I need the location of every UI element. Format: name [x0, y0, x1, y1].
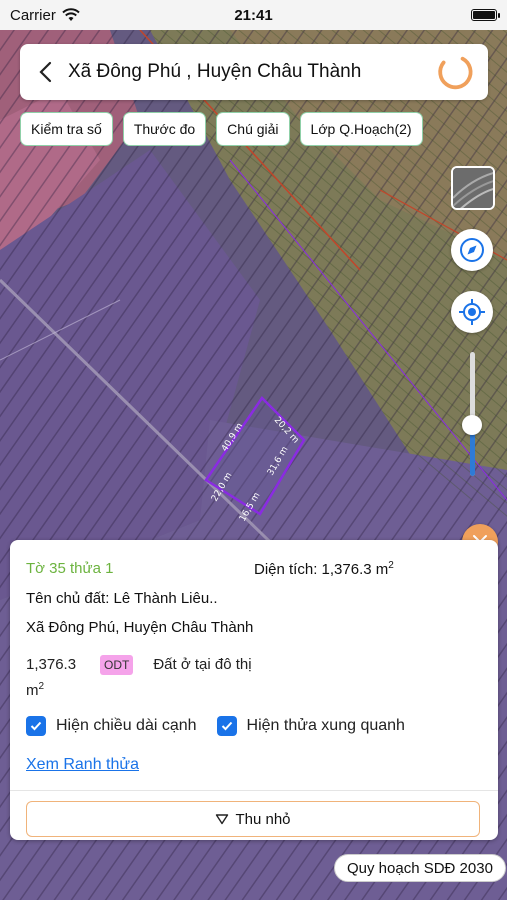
- parcel-id: Tờ 35 thửa 1: [26, 560, 114, 577]
- battery-icon: [471, 9, 500, 21]
- status-bar: Carrier 21:41: [0, 0, 507, 30]
- layer-opacity-slider[interactable]: [462, 352, 482, 476]
- view-parcel-boundary-link[interactable]: Xem Ranh thửa: [26, 756, 139, 774]
- check-number-chip[interactable]: Kiểm tra số: [20, 112, 113, 146]
- location-target-icon: [459, 299, 485, 325]
- land-use-name: Đất ở tại đô thị: [153, 656, 252, 673]
- planning-layer-badge[interactable]: Quy hoạch SDĐ 2030: [334, 854, 506, 882]
- divider: [10, 790, 498, 791]
- page-title: Xã Đông Phú , Huyện Châu Thành: [68, 61, 362, 82]
- compass-button[interactable]: [451, 229, 493, 271]
- location-header: Xã Đông Phú , Huyện Châu Thành: [20, 44, 488, 100]
- land-use-area: 1,376.3 m2: [26, 656, 77, 699]
- land-use-row: 1,376.3 m2 ODT Đất ở tại đô thị: [26, 654, 482, 702]
- wifi-icon: [62, 8, 80, 21]
- show-edge-length-checkbox[interactable]: Hiện chiều dài cạnh: [26, 716, 197, 736]
- collapse-button[interactable]: Thu nhỏ: [26, 801, 480, 837]
- loading-spinner-icon: [438, 56, 473, 90]
- land-use-code-badge: ODT: [100, 655, 134, 675]
- owner-name: Tên chủ đất: Lê Thành Liêu..: [26, 590, 218, 607]
- show-neighbor-parcels-checkbox[interactable]: Hiện thửa xung quanh: [216, 716, 405, 736]
- my-location-button[interactable]: [451, 291, 493, 333]
- checkbox-checked-icon: [26, 716, 46, 736]
- parcel-info-panel: Tờ 35 thửa 1 Diện tích: 1,376.3 m2 Tên c…: [10, 540, 498, 840]
- satellite-layer-icon: [453, 168, 493, 208]
- area-label: Diện tích: 1,376.3 m2: [254, 560, 394, 578]
- checkbox-checked-icon: [216, 716, 237, 736]
- compass-icon: [460, 238, 484, 262]
- tool-chips: Kiểm tra số Thước đo Chú giải Lớp Q.Hoạc…: [20, 112, 423, 146]
- back-button[interactable]: [34, 59, 56, 85]
- carrier-label: Carrier: [10, 6, 56, 24]
- legend-chip[interactable]: Chú giải: [216, 112, 290, 146]
- ruler-chip[interactable]: Thước đo: [122, 112, 207, 146]
- planning-layer-chip[interactable]: Lớp Q.Hoạch(2): [299, 112, 423, 146]
- basemap-toggle-button[interactable]: [451, 166, 495, 210]
- triangle-down-icon: [216, 814, 229, 825]
- parcel-address: Xã Đông Phú, Huyện Châu Thành: [26, 619, 254, 636]
- chevron-left-icon: [39, 61, 52, 83]
